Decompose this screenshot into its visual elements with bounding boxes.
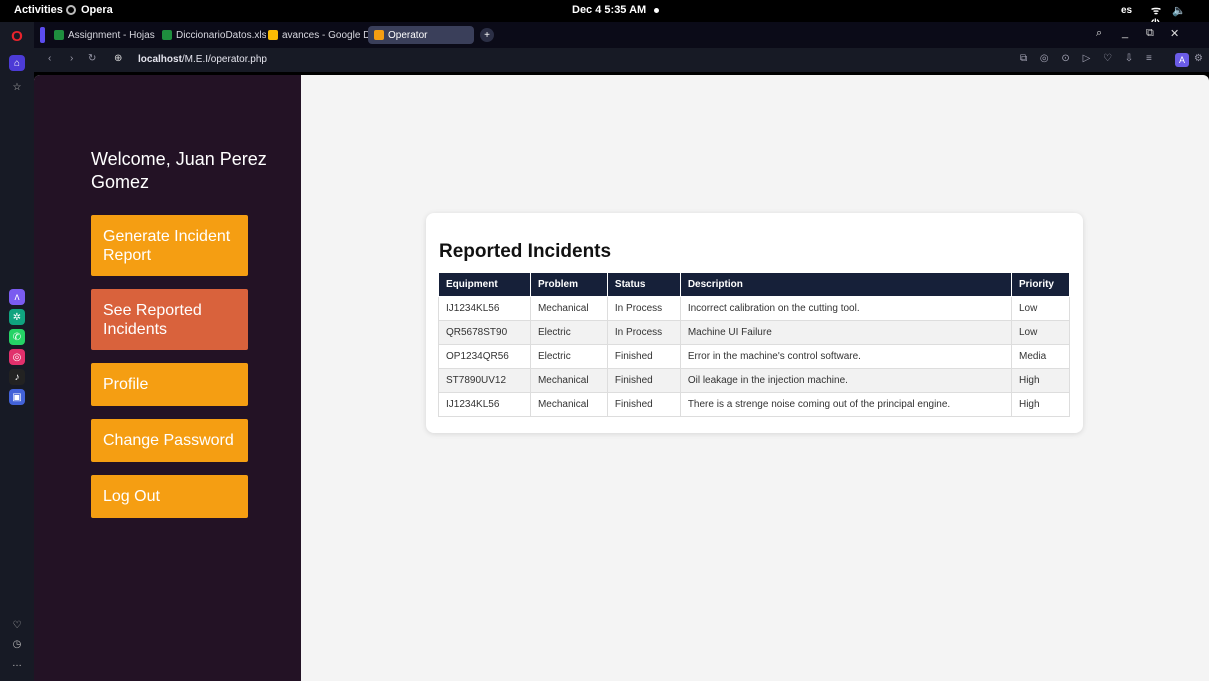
cell-priority: High	[1010, 392, 1071, 417]
cell-problem: Mechanical	[529, 368, 608, 393]
cell-status: In Process	[606, 296, 681, 321]
language-indicator[interactable]: es	[1121, 5, 1132, 16]
profile-button[interactable]: Profile	[91, 363, 248, 406]
system-top-bar: Activities Opera Dec 4 5:35 AM es ᯤ 🔈 ⏻	[0, 0, 1209, 30]
more-icon[interactable]: …	[9, 655, 25, 671]
generate-incident-report-button[interactable]: Generate Incident Report	[91, 215, 248, 276]
cell-problem: Electric	[529, 344, 608, 369]
notification-dot-icon	[654, 7, 660, 13]
drive-icon	[268, 30, 278, 40]
opera-sidebar: O ⌂ ☆ ᴧ ✲ ✆ ◎ ♪ ▣ ♡ ◷ …	[0, 22, 34, 681]
url-field[interactable]: localhost/M.E.I/operator.php	[138, 54, 267, 65]
sheets-icon	[54, 30, 64, 40]
tab-avances[interactable]: avances - Google Dr	[268, 26, 368, 44]
tab-label: Assignment - Hojas	[68, 29, 155, 41]
home-icon[interactable]: ⌂	[9, 55, 25, 71]
cell-status: Finished	[606, 392, 681, 417]
cell-description: Machine UI Failure	[679, 320, 1012, 345]
column-header-description: Description	[679, 272, 1012, 297]
app-name: Opera	[81, 4, 113, 16]
minimize-icon[interactable]: _	[1122, 27, 1128, 39]
tab-label: DiccionarioDatos.xls	[176, 29, 266, 41]
app-menu[interactable]: Opera	[66, 4, 113, 16]
cell-description: Oil leakage in the injection machine.	[679, 368, 1012, 393]
extensions-icon[interactable]: ⚙	[1194, 53, 1203, 64]
cell-problem: Mechanical	[529, 392, 608, 417]
cell-problem: Electric	[529, 320, 608, 345]
tab-assignment[interactable]: Assignment - Hojas	[54, 26, 160, 44]
clock[interactable]: Dec 4 5:35 AM	[572, 4, 660, 16]
column-header-priority: Priority	[1010, 272, 1071, 297]
cell-equipment: QR5678ST90	[438, 320, 531, 345]
tab-strip: Assignment - Hojas DiccionarioDatos.xls …	[34, 22, 1209, 48]
welcome-heading: Welcome, Juan Perez Gomez	[91, 149, 267, 192]
back-icon[interactable]: ‹	[48, 53, 51, 64]
profile-badge[interactable]: A	[1175, 53, 1189, 67]
cell-status: Finished	[606, 344, 681, 369]
operator-sidebar: Welcome, Juan Perez Gomez Generate Incid…	[34, 75, 301, 681]
url-host: localhost	[138, 54, 182, 65]
cell-problem: Mechanical	[529, 296, 608, 321]
table-row: ST7890UV12 Mechanical Finished Oil leaka…	[438, 368, 1071, 393]
app-icon[interactable]: ▣	[9, 389, 25, 405]
log-out-button[interactable]: Log Out	[91, 475, 248, 518]
operator-favicon-icon	[374, 30, 384, 40]
new-tab-icon[interactable]: +	[480, 28, 494, 42]
column-header-problem: Problem	[529, 272, 608, 297]
incidents-table: Equipment Problem Status Description Pri…	[438, 272, 1071, 417]
tab-label: Operator	[388, 29, 428, 41]
table-header-row: Equipment Problem Status Description Pri…	[438, 272, 1071, 297]
url-path: /M.E.I/operator.php	[181, 54, 267, 65]
cell-equipment: OP1234QR56	[438, 344, 531, 369]
restore-icon[interactable]: ⧉	[1146, 27, 1154, 40]
cell-equipment: IJ1234KL56	[438, 392, 531, 417]
bookmarks-icon[interactable]: ☆	[9, 79, 25, 95]
reload-icon[interactable]: ↻	[88, 53, 96, 64]
search-tabs-icon[interactable]: ⌕	[1096, 27, 1102, 40]
incidents-card: Reported Incidents Equipment Problem Sta…	[426, 213, 1083, 433]
cell-priority: Low	[1010, 320, 1071, 345]
column-header-equipment: Equipment	[438, 272, 531, 297]
opera-logo-icon[interactable]: O	[9, 28, 25, 45]
tab-island-marker	[40, 27, 45, 43]
cell-status: Finished	[606, 368, 681, 393]
toolbar-icons[interactable]: ⧉ ◎ ⊙ ▷ ♡ ⇩ ≡	[1020, 53, 1157, 64]
sheets-icon	[162, 30, 172, 40]
tab-label: avances - Google Dr	[282, 29, 368, 41]
close-icon[interactable]: ✕	[1170, 27, 1179, 40]
instagram-icon[interactable]: ◎	[9, 349, 25, 365]
cell-equipment: IJ1234KL56	[438, 296, 531, 321]
cell-priority: Media	[1010, 344, 1071, 369]
activities-button[interactable]: Activities	[14, 4, 63, 16]
site-info-icon[interactable]: ⊕	[114, 53, 122, 64]
opera-app-icon	[66, 5, 76, 15]
incidents-title: Reported Incidents	[439, 241, 612, 262]
clock-text: Dec 4 5:35 AM	[572, 4, 647, 16]
cell-priority: High	[1010, 368, 1071, 393]
chatgpt-icon[interactable]: ✲	[9, 309, 25, 325]
page-viewport: Welcome, Juan Perez Gomez Generate Incid…	[34, 75, 1209, 681]
tab-operator[interactable]: Operator	[368, 26, 474, 44]
aria-icon[interactable]: ᴧ	[9, 289, 25, 305]
cell-description: Incorrect calibration on the cutting too…	[679, 296, 1012, 321]
tab-diccionario[interactable]: DiccionarioDatos.xls	[162, 26, 266, 44]
whatsapp-icon[interactable]: ✆	[9, 329, 25, 345]
table-row: IJ1234KL56 Mechanical Finished There is …	[438, 392, 1071, 417]
change-password-button[interactable]: Change Password	[91, 419, 248, 462]
cell-description: There is a strenge noise coming out of t…	[679, 392, 1012, 417]
table-row: IJ1234KL56 Mechanical In Process Incorre…	[438, 296, 1071, 321]
cell-description: Error in the machine's control software.	[679, 344, 1012, 369]
tiktok-icon[interactable]: ♪	[9, 369, 25, 385]
column-header-status: Status	[606, 272, 681, 297]
table-row: OP1234QR56 Electric Finished Error in th…	[438, 344, 1071, 369]
cell-status: In Process	[606, 320, 681, 345]
cell-priority: Low	[1010, 296, 1071, 321]
history-icon[interactable]: ◷	[9, 636, 25, 652]
table-row: QR5678ST90 Electric In Process Machine U…	[438, 320, 1071, 345]
see-reported-incidents-button[interactable]: See Reported Incidents	[91, 289, 248, 350]
forward-icon[interactable]: ›	[70, 53, 73, 64]
heart-icon[interactable]: ♡	[9, 617, 25, 633]
address-bar: ‹ › ↻ ⊕ localhost/M.E.I/operator.php ⧉ ◎…	[34, 48, 1209, 72]
cell-equipment: ST7890UV12	[438, 368, 531, 393]
